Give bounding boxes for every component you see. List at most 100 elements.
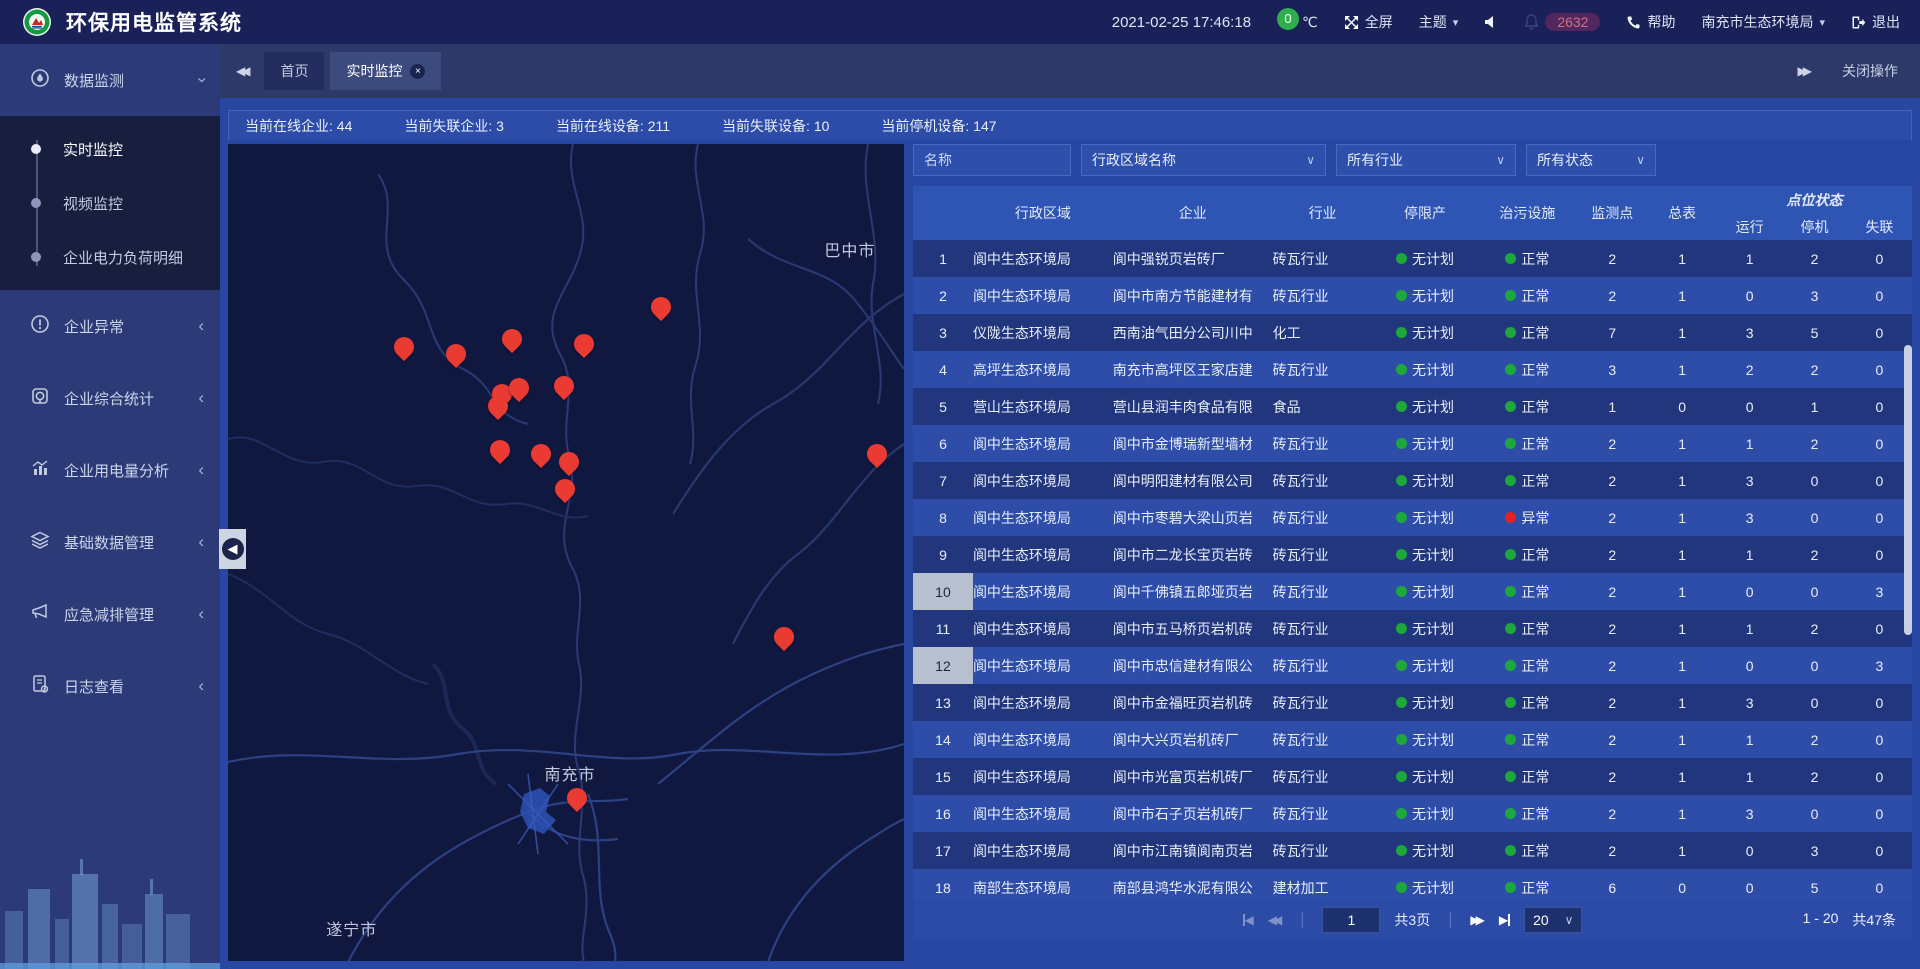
sidebar-subitem-enterprise-power-load-detail[interactable]: 企业电力负荷明细 (0, 230, 220, 284)
stop-limit-cell: 无计划 (1373, 656, 1478, 676)
table-row[interactable]: 9阆中生态环境局阆中市二龙长宝页岩砖砖瓦行业无计划正常21120 (913, 536, 1912, 573)
page-number-input[interactable] (1322, 907, 1380, 933)
company-cell: 阆中市枣碧大梁山页岩 (1113, 508, 1273, 528)
tabs-scroll-right-button[interactable]: ▶▶ (1794, 60, 1816, 82)
row-index: 1 (913, 240, 973, 277)
stopped-cell: 2 (1782, 362, 1847, 378)
column-subheader: 停机 (1782, 217, 1847, 237)
logout-button[interactable]: 退出 (1851, 12, 1900, 32)
company-cell: 阆中市石子页岩机砖厂 (1113, 804, 1273, 824)
map-collapse-button[interactable]: ◀ (219, 529, 246, 569)
close-operations-button[interactable]: 关闭操作 (1842, 61, 1898, 81)
monitor-points-cell: 2 (1577, 584, 1647, 600)
stopped-cell: 3 (1782, 288, 1847, 304)
stopped-cell: 3 (1782, 843, 1847, 859)
offline-cell: 3 (1847, 658, 1912, 674)
app-root: 环保用电监管系统 2021-02-25 17:46:18 0 ℃ 全屏 主题 ▾ (0, 0, 1920, 969)
table-row[interactable]: 15阆中生态环境局阆中市光富页岩机砖厂砖瓦行业无计划正常21120 (913, 758, 1912, 795)
region-cell: 阆中生态环境局 (973, 767, 1113, 787)
bell-icon (1524, 14, 1539, 30)
stopped-cell: 2 (1782, 732, 1847, 748)
map-panel[interactable]: 巴中市南充市遂宁市 ◀ (228, 144, 904, 961)
table-row[interactable]: 13阆中生态环境局阆中市金福旺页岩机砖砖瓦行业无计划正常21300 (913, 684, 1912, 721)
row-index: 15 (913, 758, 973, 795)
tabs-scroll-left-button[interactable]: ◀◀ (232, 60, 254, 82)
industry-cell: 砖瓦行业 (1273, 693, 1373, 713)
temperature-badge: 0 (1277, 8, 1299, 30)
range-label: 1 - 20 (1803, 910, 1839, 930)
company-cell: 阆中市光富页岩机砖厂 (1113, 767, 1273, 787)
table-row[interactable]: 8阆中生态环境局阆中市枣碧大梁山页岩砖瓦行业无计划异常21300 (913, 499, 1912, 536)
fullscreen-button[interactable]: 全屏 (1344, 12, 1393, 32)
prev-page-button[interactable]: ◀◀ (1268, 913, 1282, 927)
status-dot-icon (1396, 845, 1407, 856)
last-page-button[interactable]: ▶ (1499, 913, 1510, 927)
page-size-select[interactable]: 20 ∨ (1524, 907, 1582, 933)
sidebar-item-enterprise-statistics[interactable]: 企业综合统计‹ (0, 362, 220, 434)
status-dot-icon (1396, 734, 1407, 745)
name-filter-input[interactable] (913, 144, 1071, 176)
offline-cell: 0 (1847, 806, 1912, 822)
sidebar-item-base-data[interactable]: 基础数据管理‹ (0, 506, 220, 578)
sound-toggle-button[interactable] (1484, 15, 1498, 29)
facility-status-cell: 正常 (1477, 397, 1577, 417)
sidebar-item-enterprise-abnormal[interactable]: 企业异常‹ (0, 290, 220, 362)
table-row[interactable]: 4高坪生态环境局南充市高坪区王家店建砖瓦行业无计划正常31220 (913, 351, 1912, 388)
notification-indicator[interactable]: 2632 (1524, 13, 1600, 31)
region-filter-select[interactable]: 行政区域名称 ∨ (1081, 144, 1326, 176)
table-row[interactable]: 11阆中生态环境局阆中市五马桥页岩机砖砖瓦行业无计划正常21120 (913, 610, 1912, 647)
running-cell: 1 (1717, 769, 1782, 785)
stat-item: 当前失联设备: 10 (722, 116, 829, 136)
theme-menu[interactable]: 主题 ▾ (1419, 12, 1459, 32)
sidebar-item-electricity-analysis[interactable]: 企业用电量分析‹ (0, 434, 220, 506)
sidebar-item-emergency-reduction[interactable]: 应急减排管理‹ (0, 578, 220, 650)
tab-realtime[interactable]: 实时监控× (330, 52, 441, 90)
status-dot-icon (1505, 808, 1516, 819)
stopped-cell: 0 (1782, 658, 1847, 674)
help-button[interactable]: 帮助 (1626, 12, 1675, 32)
status-dot-icon (1505, 697, 1516, 708)
region-cell: 阆中生态环境局 (973, 286, 1113, 306)
next-page-button[interactable]: ▶▶ (1470, 913, 1484, 927)
status-filter-select[interactable]: 所有状态 ∨ (1526, 144, 1656, 176)
table-row[interactable]: 12阆中生态环境局阆中市忠信建材有限公砖瓦行业无计划正常21003 (913, 647, 1912, 684)
facility-status-cell: 正常 (1477, 693, 1577, 713)
table-row[interactable]: 1阆中生态环境局阆中强锐页岩砖厂砖瓦行业无计划正常21120 (913, 240, 1912, 277)
offline-cell: 0 (1847, 621, 1912, 637)
stop-limit-cell: 无计划 (1373, 508, 1478, 528)
table-row[interactable]: 16阆中生态环境局阆中市石子页岩机砖厂砖瓦行业无计划正常21300 (913, 795, 1912, 832)
industry-cell: 砖瓦行业 (1273, 582, 1373, 602)
org-menu[interactable]: 南充市生态环境局 ▾ (1701, 12, 1825, 32)
table-row[interactable]: 3仪陇生态环境局西南油气田分公司川中化工无计划正常71350 (913, 314, 1912, 351)
sidebar-item-data-monitoring[interactable]: 数据监测‹ (0, 44, 220, 116)
table-row[interactable]: 5营山生态环境局营山县润丰肉食品有限食品无计划正常10010 (913, 388, 1912, 425)
sidebar-item-log-view[interactable]: 日志查看‹ (0, 650, 220, 722)
table-row[interactable]: 10阆中生态环境局阆中千佛镇五郎垭页岩砖瓦行业无计划正常21003 (913, 573, 1912, 610)
tab-home[interactable]: 首页 (264, 52, 324, 90)
status-dot-icon (1505, 438, 1516, 449)
table-row[interactable]: 2阆中生态环境局阆中市南方节能建材有砖瓦行业无计划正常21030 (913, 277, 1912, 314)
table-row[interactable]: 17阆中生态环境局阆中市江南镇阆南页岩砖瓦行业无计划正常21030 (913, 832, 1912, 869)
table-row[interactable]: 14阆中生态环境局阆中大兴页岩机砖厂砖瓦行业无计划正常21120 (913, 721, 1912, 758)
column-header: 停限产 (1373, 203, 1478, 223)
stop-limit-cell: 无计划 (1373, 619, 1478, 639)
close-icon[interactable]: × (410, 64, 425, 79)
bullet-icon (31, 252, 41, 262)
table-row[interactable]: 7阆中生态环境局阆中明阳建材有限公司砖瓦行业无计划正常21300 (913, 462, 1912, 499)
running-cell: 1 (1717, 436, 1782, 452)
chevron-icon: ‹ (198, 460, 204, 480)
sidebar-subitem-realtime-monitoring[interactable]: 实时监控 (0, 122, 220, 176)
table-scrollbar[interactable] (1904, 345, 1912, 635)
table-row[interactable]: 18南部生态环境局南部县鸿华水泥有限公建材加工无计划正常60050 (913, 869, 1912, 900)
status-dot-icon (1396, 882, 1407, 893)
status-dot-icon (1505, 734, 1516, 745)
first-page-button[interactable]: ◀ (1243, 913, 1254, 927)
region-cell: 阆中生态环境局 (973, 508, 1113, 528)
notification-count-badge: 2632 (1545, 13, 1600, 31)
industry-filter-select[interactable]: 所有行业 ∨ (1336, 144, 1516, 176)
status-dot-icon (1505, 364, 1516, 375)
table-row[interactable]: 6阆中生态环境局阆中市金博瑞新型墙材砖瓦行业无计划正常21120 (913, 425, 1912, 462)
sidebar-subitem-video-monitoring[interactable]: 视频监控 (0, 176, 220, 230)
facility-status-cell: 正常 (1477, 434, 1577, 454)
status-dot-icon (1396, 549, 1407, 560)
